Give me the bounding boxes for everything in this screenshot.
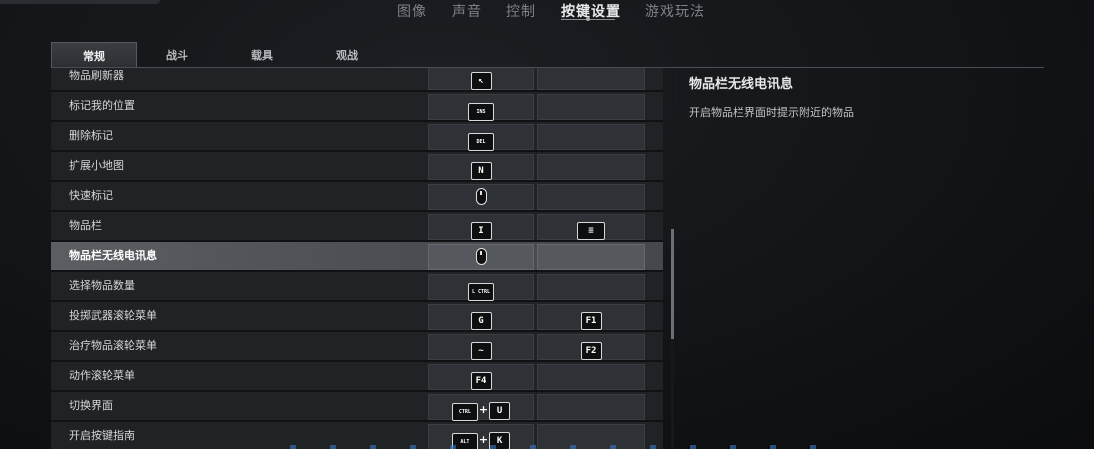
tab-gameplay[interactable]: 游戏玩法 <box>645 1 705 21</box>
key-cap: N <box>470 162 492 180</box>
key-cap: ~ <box>470 342 492 360</box>
binding-value: ≡ <box>538 218 644 240</box>
key-cap: L CTRL <box>468 283 494 301</box>
keybinding-action-label: 开启按键指南 <box>69 429 135 442</box>
primary-binding-slot[interactable]: CTRL + U <box>428 394 534 421</box>
keybinding-row[interactable]: 标记我的位置 INS <box>51 92 663 122</box>
secondary-binding-slot[interactable] <box>537 68 645 90</box>
binding-value: F4 <box>429 368 533 390</box>
secondary-binding-slot[interactable] <box>537 154 645 180</box>
active-tab-indicator <box>561 17 615 21</box>
keybinding-action-label: 动作滚轮菜单 <box>69 369 135 382</box>
keybinding-action-label: 标记我的位置 <box>69 99 135 112</box>
key-cap: DEL <box>468 133 494 151</box>
binding-value: F1 <box>538 308 644 330</box>
primary-binding-slot[interactable]: I <box>428 214 534 240</box>
key-cap: F1 <box>580 312 602 330</box>
keybinding-row[interactable]: 物品栏 I ≡ <box>51 212 663 242</box>
primary-binding-slot[interactable]: INS <box>428 94 534 121</box>
tab-sound[interactable]: 声音 <box>452 1 482 21</box>
binding-value: N <box>429 158 533 180</box>
keybinding-action-label: 物品栏无线电讯息 <box>69 249 157 262</box>
keybinding-action-label: 治疗物品滚轮菜单 <box>69 339 157 352</box>
keybinding-row[interactable]: 切换界面 CTRL + U <box>51 392 663 422</box>
primary-binding-slot[interactable]: L CTRL <box>428 274 534 301</box>
primary-binding-slot[interactable]: ~ <box>428 334 534 360</box>
keybinding-action-label: 选择物品数量 <box>69 279 135 292</box>
keybinding-row[interactable]: 物品栏无线电讯息 <box>51 242 663 272</box>
primary-binding-slot[interactable]: N <box>428 154 534 180</box>
keybinding-row[interactable]: 删除标记 DEL <box>51 122 663 152</box>
keybinding-action-label: 快速标记 <box>69 189 113 202</box>
keybinding-row[interactable]: 投掷武器滚轮菜单 G F1 <box>51 302 663 332</box>
combo-plus: + <box>478 403 489 416</box>
keybinding-action-label: 切换界面 <box>69 399 113 412</box>
subtab-combat[interactable]: 战斗 <box>135 42 219 68</box>
tab-keybindings[interactable]: 按键设置 <box>561 1 621 21</box>
binding-value: DEL <box>429 128 533 151</box>
key-cap: F4 <box>470 372 492 390</box>
subtab-spectate[interactable]: 观战 <box>305 42 389 68</box>
secondary-binding-slot[interactable] <box>537 274 645 300</box>
binding-value: L CTRL <box>429 278 533 301</box>
binding-value: INS <box>429 98 533 121</box>
keybinding-row[interactable]: 物品刷新器 ↖ <box>51 68 663 92</box>
subtab-general[interactable]: 常规 <box>51 42 137 68</box>
keybinding-action-label: 物品刷新器 <box>69 69 124 82</box>
primary-binding-slot[interactable]: G <box>428 304 534 330</box>
keybinding-list: 物品刷新器 ↖ 标记我的位置 INS 删除标记 DEL 扩展小地图 N 快速标记 物品栏 I ≡ 物品栏… <box>51 68 663 449</box>
keybinding-action-label: 物品栏 <box>69 219 102 232</box>
tab-graphics[interactable]: 图像 <box>397 1 427 21</box>
gamepad-view-icon: ≡ <box>577 222 605 240</box>
binding-value <box>429 188 533 209</box>
secondary-binding-slot[interactable] <box>537 94 645 120</box>
scrollbar-thumb[interactable] <box>671 229 674 339</box>
cursor-arrow-icon: ↖ <box>470 72 492 90</box>
mouse-middle-icon <box>475 188 487 205</box>
keybinding-row[interactable]: 选择物品数量 L CTRL <box>51 272 663 302</box>
secondary-binding-slot[interactable] <box>537 364 645 390</box>
keybinding-row[interactable]: 动作滚轮菜单 F4 <box>51 362 663 392</box>
keybinding-row[interactable]: 快速标记 <box>51 182 663 212</box>
keybinding-action-label: 扩展小地图 <box>69 159 124 172</box>
binding-value <box>429 248 533 269</box>
primary-binding-slot[interactable]: DEL <box>428 124 534 151</box>
secondary-binding-slot[interactable]: F2 <box>537 334 645 360</box>
secondary-binding-slot[interactable]: F1 <box>537 304 645 330</box>
subtab-vehicle[interactable]: 载具 <box>220 42 304 68</box>
key-cap: U <box>489 402 511 420</box>
key-cap: CTRL <box>451 403 478 421</box>
binding-value: CTRL + U <box>429 398 533 421</box>
binding-value: ↖ <box>429 68 533 90</box>
key-cap: INS <box>468 103 494 121</box>
keybinding-row[interactable]: 扩展小地图 N <box>51 152 663 182</box>
bottom-hint-bar <box>290 445 830 449</box>
binding-value: F2 <box>538 338 644 360</box>
key-cap: F2 <box>580 342 602 360</box>
keybinding-row[interactable]: 治疗物品滚轮菜单 ~ F2 <box>51 332 663 362</box>
primary-binding-slot[interactable] <box>428 184 534 210</box>
primary-binding-slot[interactable]: F4 <box>428 364 534 390</box>
detail-title: 物品栏无线电讯息 <box>689 77 794 92</box>
secondary-binding-slot[interactable] <box>537 184 645 210</box>
tab-controls[interactable]: 控制 <box>506 1 536 21</box>
primary-binding-slot[interactable]: ↖ <box>428 68 534 90</box>
binding-value: ~ <box>429 338 533 360</box>
detail-description: 开启物品栏界面时提示附近的物品 <box>689 106 854 119</box>
primary-binding-slot[interactable] <box>428 244 534 270</box>
secondary-binding-slot[interactable]: ≡ <box>537 214 645 240</box>
key-cap: I <box>470 222 492 240</box>
keybinding-action-label: 投掷武器滚轮菜单 <box>69 309 157 322</box>
secondary-binding-slot[interactable] <box>537 244 645 270</box>
binding-value: G <box>429 308 533 330</box>
key-cap: G <box>470 312 492 330</box>
mouse-middle-icon <box>475 248 487 265</box>
secondary-binding-slot[interactable] <box>537 394 645 420</box>
binding-value: I <box>429 218 533 240</box>
keybinding-action-label: 删除标记 <box>69 129 113 142</box>
secondary-binding-slot[interactable] <box>537 124 645 150</box>
settings-top-nav: 图像 声音 控制 按键设置 游戏玩法 <box>0 0 1094 26</box>
